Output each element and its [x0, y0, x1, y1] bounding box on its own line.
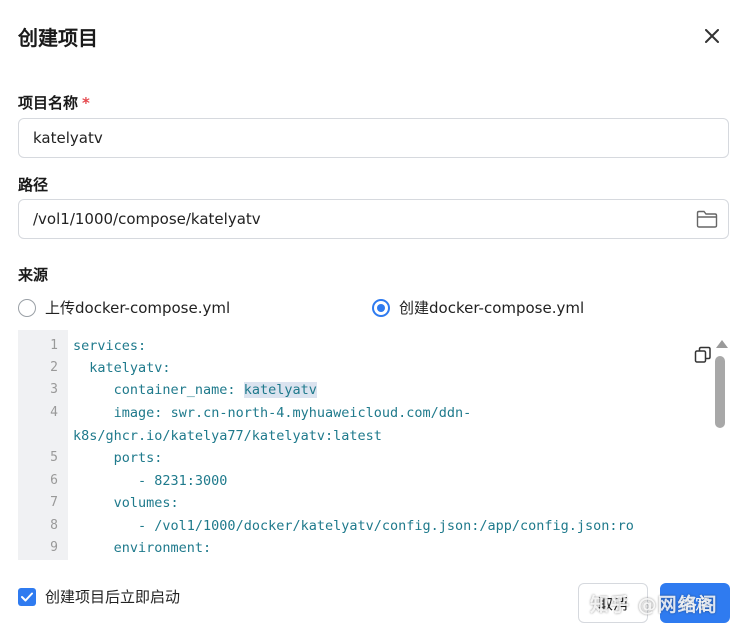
- line-number-gutter: 1 2 3 4 5 6 7 8 9: [18, 330, 68, 560]
- code-line: environment:: [113, 540, 212, 556]
- line-number: 3: [50, 382, 58, 397]
- autostart-checkbox-row[interactable]: 创建项目后立即启动: [18, 586, 180, 607]
- line-number: 4: [50, 405, 58, 420]
- line-number: 2: [50, 360, 58, 375]
- path-label: 路径: [18, 176, 49, 194]
- project-name-label-text: 项目名称: [18, 94, 79, 112]
- radio-upload-label: 上传docker-compose.yml: [45, 299, 231, 317]
- code-line: - 8231:3000: [138, 473, 228, 489]
- scroll-up-arrow-icon[interactable]: [716, 340, 728, 348]
- code-line: - /vol1/1000/docker/katelyatv/config.jso…: [138, 518, 634, 534]
- editor-scrollbar[interactable]: [713, 330, 729, 560]
- source-label: 来源: [18, 266, 49, 284]
- selected-text: katelyatv: [243, 382, 317, 398]
- code-line: volumes:: [113, 495, 179, 511]
- project-name-input[interactable]: katelyatv: [18, 118, 729, 158]
- radio-circle-selected: [372, 298, 390, 317]
- compose-code-editor[interactable]: 1 2 3 4 5 6 7 8 9 services: katelyatv: c…: [18, 330, 729, 560]
- radio-upload-compose[interactable]: 上传docker-compose.yml: [18, 297, 230, 318]
- autostart-label: 创建项目后立即启动: [45, 588, 181, 606]
- project-name-value: katelyatv: [33, 129, 103, 147]
- copy-icon[interactable]: [694, 346, 712, 364]
- close-icon: [705, 29, 719, 43]
- code-line: katelyatv:: [89, 360, 171, 376]
- checkmark-icon: [21, 592, 33, 601]
- close-button[interactable]: [698, 22, 726, 50]
- cancel-button[interactable]: 取消: [578, 583, 648, 623]
- path-value: /vol1/1000/compose/katelyatv: [33, 210, 261, 228]
- line-number: 9: [50, 540, 58, 555]
- line-number: 5: [50, 450, 58, 465]
- project-name-label: 项目名称 *: [18, 92, 90, 113]
- scrollbar-thumb[interactable]: [715, 356, 725, 428]
- line-number: 1: [50, 338, 58, 353]
- create-project-dialog: 创建项目 项目名称 * katelyatv 路径 /vol1/1000/compo…: [0, 0, 752, 637]
- dialog-title: 创建项目: [18, 26, 98, 50]
- line-number: 8: [50, 518, 58, 533]
- line-number: 7: [50, 495, 58, 510]
- code-line: image: swr.cn-north-4.myhuaweicloud.com/…: [113, 405, 472, 421]
- code-line: container_name: katelyatv: [113, 382, 317, 398]
- autostart-checkbox[interactable]: [18, 587, 36, 606]
- code-line-wrapped: k8s/ghcr.io/katelya77/katelyatv:latest: [73, 428, 382, 444]
- radio-create-compose[interactable]: 创建docker-compose.yml: [372, 297, 584, 318]
- path-input[interactable]: /vol1/1000/compose/katelyatv: [18, 199, 729, 239]
- folder-icon[interactable]: [696, 209, 718, 229]
- radio-circle: [18, 298, 36, 317]
- confirm-button[interactable]: 确定: [660, 583, 730, 623]
- line-number: 6: [50, 473, 58, 488]
- code-line: services:: [73, 338, 147, 354]
- source-radio-group: 上传docker-compose.yml 创建docker-compose.ym…: [18, 297, 729, 321]
- radio-create-label: 创建docker-compose.yml: [399, 299, 585, 317]
- required-mark: *: [82, 94, 90, 112]
- code-line: ports:: [113, 450, 163, 466]
